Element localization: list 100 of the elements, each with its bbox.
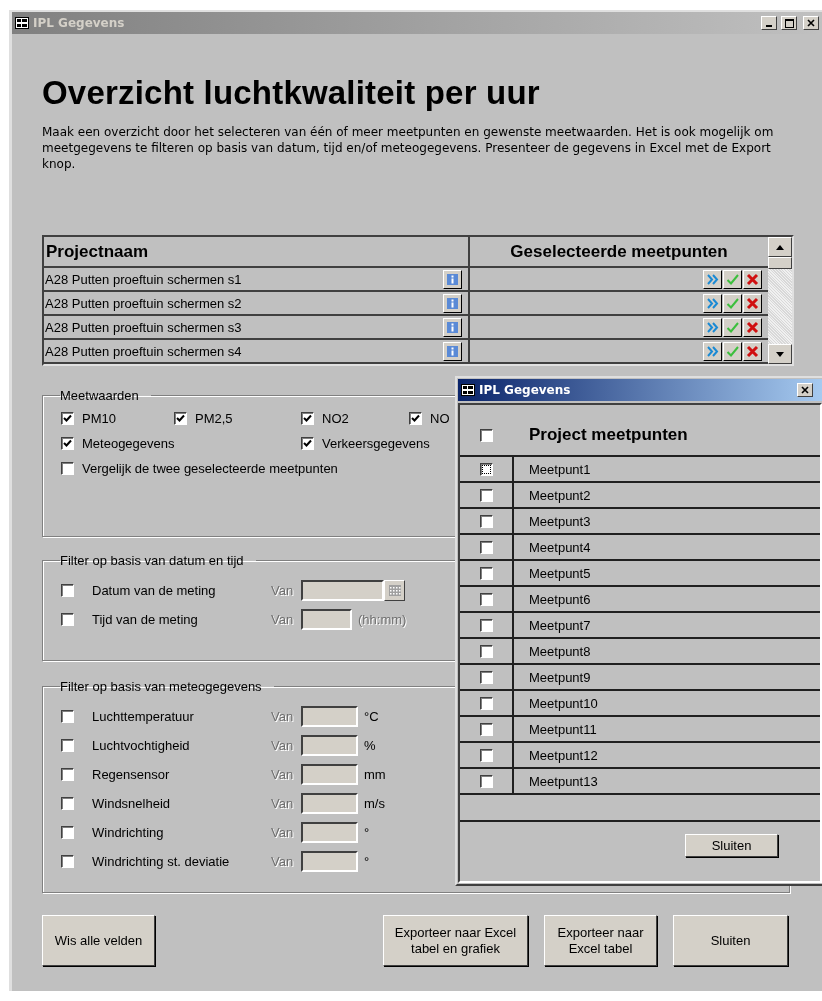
- double-chevron-button[interactable]: [703, 269, 722, 289]
- measuring-point-name: Meetpunt12: [529, 747, 598, 763]
- calendar-button[interactable]: [384, 580, 405, 601]
- scroll-thumb[interactable]: [768, 257, 792, 269]
- checkbox[interactable]: [409, 412, 422, 425]
- checkbox[interactable]: [479, 514, 493, 528]
- checkbox[interactable]: [61, 437, 74, 450]
- form-icon: [461, 384, 475, 396]
- measuring-point-name: Meetpunt10: [529, 695, 598, 711]
- close-button[interactable]: [803, 16, 819, 30]
- measuring-point-name: Meetpunt2: [529, 487, 591, 503]
- measuring-point-name: Meetpunt1: [529, 461, 591, 477]
- check-icon: [726, 320, 739, 334]
- measuring-point-name: Meetpunt8: [529, 643, 591, 659]
- from-label: Van: [271, 709, 295, 724]
- form-button[interactable]: Exporteer naar Excel tabel en grafiek: [383, 915, 528, 966]
- double-chevron-button[interactable]: [703, 293, 722, 313]
- checkbox[interactable]: [174, 412, 187, 425]
- checkbox[interactable]: [479, 540, 493, 554]
- checkbox[interactable]: [479, 644, 493, 658]
- checkbox[interactable]: [479, 592, 493, 606]
- filter-label: Windrichting: [92, 825, 165, 840]
- check-button[interactable]: [723, 269, 742, 289]
- checkbox-label: Meteogegevens: [82, 436, 175, 451]
- info-button[interactable]: [443, 341, 462, 361]
- up-arrow-icon: [776, 244, 784, 250]
- date-field[interactable]: [301, 580, 384, 601]
- delete-button[interactable]: [743, 341, 762, 361]
- value-field[interactable]: [301, 764, 358, 785]
- checkbox-label: PM2,5: [195, 411, 233, 426]
- checkbox[interactable]: [61, 584, 74, 597]
- checkbox[interactable]: [61, 826, 74, 839]
- checkbox[interactable]: [61, 768, 74, 781]
- value-field[interactable]: [301, 822, 358, 843]
- form-button[interactable]: Sluiten: [673, 915, 788, 966]
- value-field[interactable]: [301, 706, 358, 727]
- unit-label: %: [364, 738, 376, 753]
- delete-button[interactable]: [743, 293, 762, 313]
- checkbox[interactable]: [479, 696, 493, 710]
- maximize-button[interactable]: [781, 16, 797, 30]
- list-heading: Project meetpunten: [529, 425, 688, 445]
- checkbox[interactable]: [301, 412, 314, 425]
- check-button[interactable]: [723, 317, 742, 337]
- scrollbar[interactable]: [768, 237, 792, 364]
- checkbox[interactable]: [479, 722, 493, 736]
- checkbox[interactable]: [479, 670, 493, 684]
- delete-button[interactable]: [743, 269, 762, 289]
- delete-button[interactable]: [743, 317, 762, 337]
- measuring-point-name: Meetpunt4: [529, 539, 591, 555]
- cross-icon: [746, 296, 759, 310]
- from-label: Van: [271, 738, 295, 753]
- check-icon: [726, 296, 739, 310]
- checkbox[interactable]: [61, 613, 74, 626]
- checkbox[interactable]: [479, 774, 493, 788]
- checkbox[interactable]: [61, 710, 74, 723]
- from-label: Van: [271, 583, 295, 598]
- checkbox[interactable]: [61, 739, 74, 752]
- cross-icon: [746, 272, 759, 286]
- minimize-button[interactable]: [761, 16, 777, 30]
- checkbox[interactable]: [479, 566, 493, 580]
- checkbox-label: PM10: [82, 411, 116, 426]
- checkbox[interactable]: [61, 797, 74, 810]
- double-chevron-button[interactable]: [703, 317, 722, 337]
- value-field[interactable]: [301, 735, 358, 756]
- check-button[interactable]: [723, 293, 742, 313]
- checkbox[interactable]: [301, 437, 314, 450]
- checkbox[interactable]: [61, 412, 74, 425]
- value-field[interactable]: [301, 851, 358, 872]
- checkbox-label: NO: [430, 411, 450, 426]
- group-title: Filter op basis van datum en tijd: [60, 553, 245, 568]
- unit-label: °: [364, 825, 370, 840]
- intro-text: Maak een overzicht door het selecteren van één of meer meetpunten en gewenste meetwaarden. Het is ook mogelijk om meetgegevens te filteren op basis van datum, tijd en/of meteogegevens. Presenteer de gegevens in Excel met de Export knop.: [42, 124, 775, 172]
- info-icon: [447, 297, 458, 309]
- checkbox[interactable]: [479, 428, 493, 442]
- window-title: IPL Gegevens: [33, 16, 126, 30]
- time-field[interactable]: [301, 609, 352, 630]
- close-icon: [807, 19, 815, 27]
- info-icon: [447, 345, 458, 357]
- checkbox[interactable]: [479, 618, 493, 632]
- info-button[interactable]: [443, 269, 462, 289]
- value-field[interactable]: [301, 793, 358, 814]
- close-button[interactable]: [797, 383, 813, 397]
- double-chevron-button[interactable]: [703, 341, 722, 361]
- double-chevron-icon: [706, 344, 719, 358]
- checkbox[interactable]: [479, 748, 493, 762]
- unit-hint: (hh:mm): [358, 612, 407, 627]
- cross-icon: [746, 344, 759, 358]
- info-button[interactable]: [443, 293, 462, 313]
- down-arrow-icon: [776, 351, 784, 357]
- from-label: Van: [271, 612, 295, 627]
- checkbox[interactable]: [61, 855, 74, 868]
- check-button[interactable]: [723, 341, 742, 361]
- form-button[interactable]: Wis alle velden: [42, 915, 155, 966]
- close-dialog-button[interactable]: Sluiten: [685, 834, 778, 857]
- checkbox[interactable]: [61, 462, 74, 475]
- form-button[interactable]: Exporteer naar Excel tabel: [544, 915, 657, 966]
- checkbox[interactable]: [479, 488, 493, 502]
- cross-icon: [746, 320, 759, 334]
- measuring-point-name: Meetpunt3: [529, 513, 591, 529]
- info-button[interactable]: [443, 317, 462, 337]
